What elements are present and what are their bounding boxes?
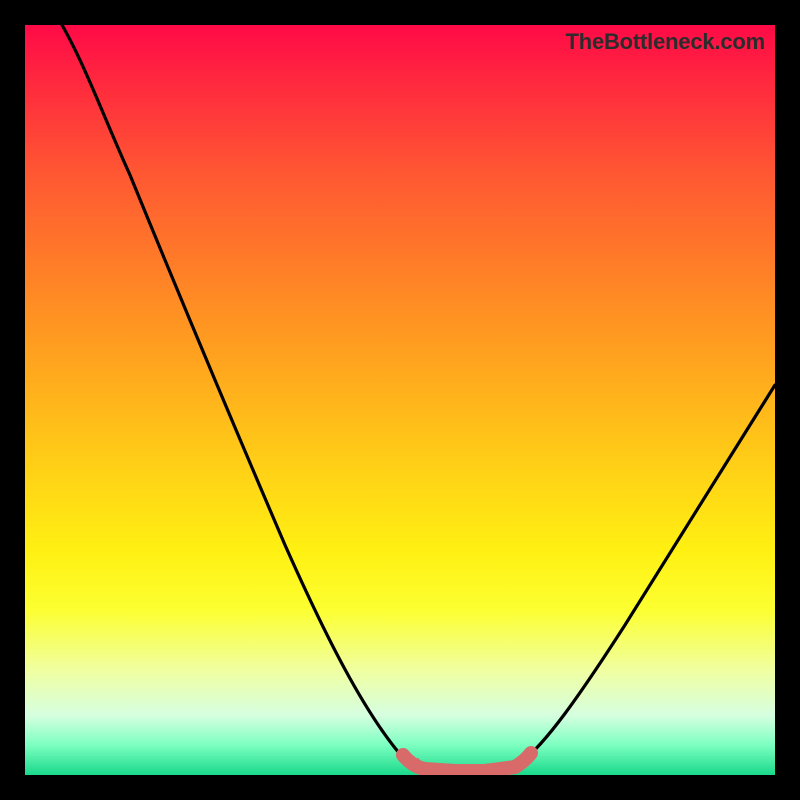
sweet-spot-band: [403, 753, 531, 771]
bottleneck-curve: [62, 25, 775, 769]
chart-frame: TheBottleneck.com: [0, 0, 800, 800]
plot-area: TheBottleneck.com: [25, 25, 775, 775]
curve-layer: [25, 25, 775, 775]
